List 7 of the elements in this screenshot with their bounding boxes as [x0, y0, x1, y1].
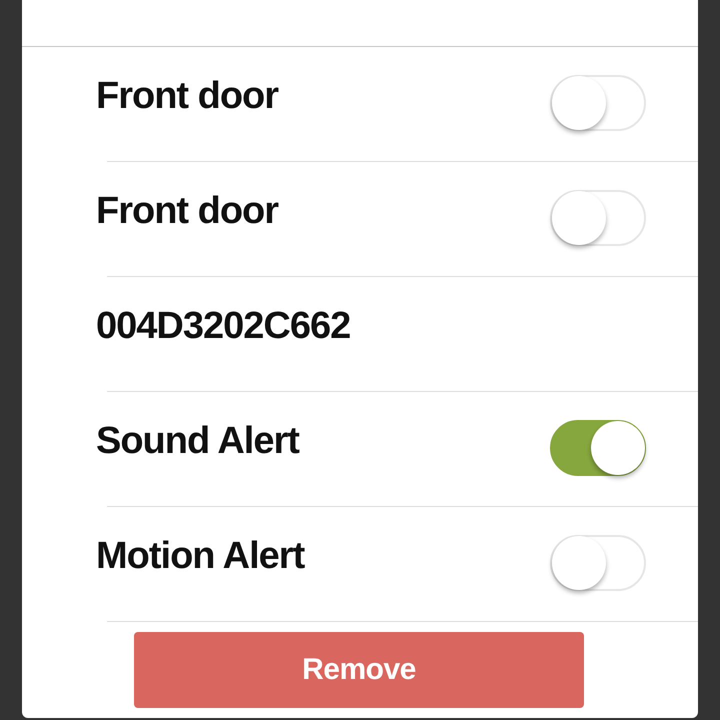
- setting-label: Motion Alert: [96, 534, 304, 578]
- setting-label: 004D3202C662: [96, 304, 350, 348]
- setting-label: Sound Alert: [96, 420, 299, 462]
- toggle-switch[interactable]: [550, 420, 646, 476]
- setting-label: Front door: [96, 74, 278, 118]
- setting-label: Front door: [96, 190, 278, 232]
- remove-button[interactable]: Remove: [134, 632, 584, 708]
